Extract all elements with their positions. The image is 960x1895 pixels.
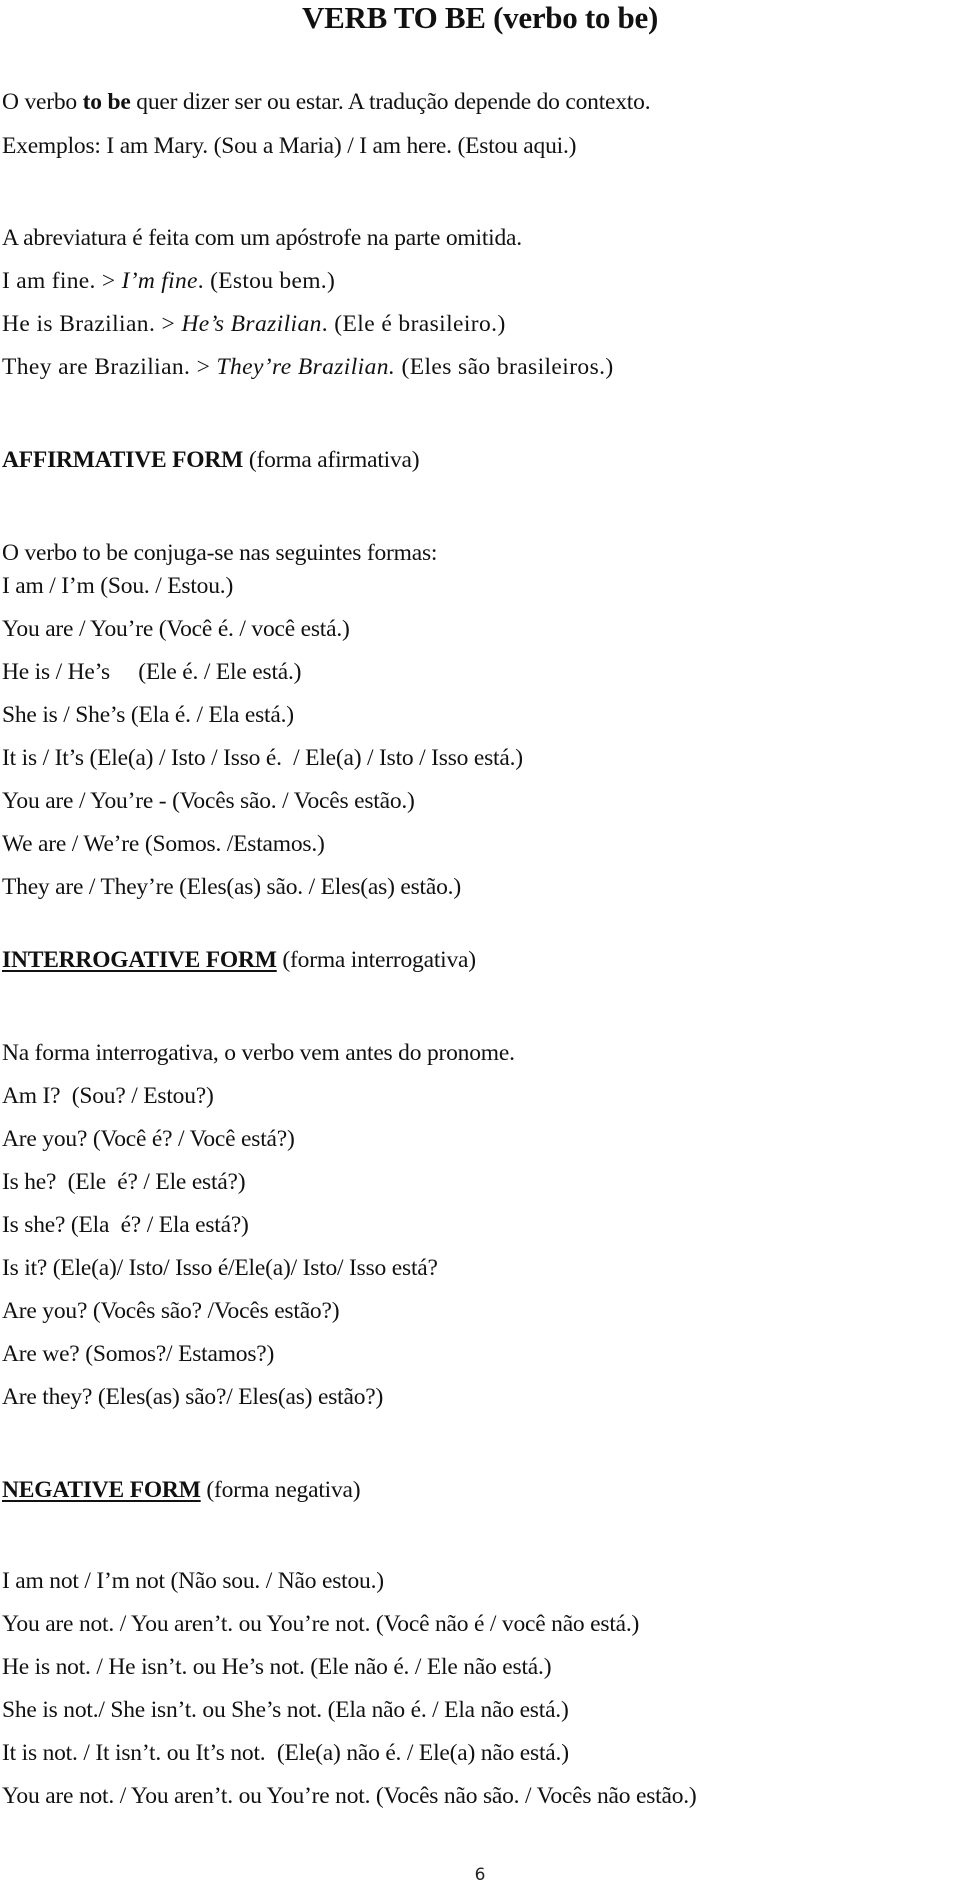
section-heading-negative: NEGATIVE FORM (forma negativa) — [2, 1475, 361, 1505]
intro-line-1: O verbo to be quer dizer ser ou estar. A… — [2, 87, 651, 117]
section-heading-interrogative: INTERROGATIVE FORM (forma interrogativa) — [2, 945, 476, 975]
affirmative-line: She is / She’s (Ela é. / Ela está.) — [2, 702, 294, 728]
heading-rest: (forma interrogativa) — [276, 947, 476, 973]
negative-line: I am not / I’m not (Não sou. / Não estou… — [2, 1568, 384, 1594]
heading-bold: INTERROGATIVE FORM — [2, 947, 277, 973]
heading-bold: AFFIRMATIVE FORM — [2, 447, 244, 473]
interrogative-line: Am I? (Sou? / Estou?) — [2, 1083, 214, 1109]
interrogative-line: Is he? (Ele é? / Ele está?) — [2, 1169, 246, 1195]
page-title: VERB TO BE (verbo to be) — [302, 0, 658, 35]
negative-line: She is not./ She isn’t. ou She’s not. (E… — [2, 1697, 569, 1723]
intro-bold-term: to be — [82, 89, 131, 115]
document-page: VERB TO BE (verbo to be) O verbo to be q… — [0, 0, 960, 1895]
affirmative-line: He is / He’s (Ele é. / Ele está.) — [2, 659, 302, 685]
interrogative-line: Are you? (Você é? / Você está?) — [2, 1126, 295, 1152]
example-full: They are Brazilian. > — [2, 354, 217, 380]
interrogative-intro: Na forma interrogativa, o verbo vem ante… — [2, 1040, 515, 1066]
intro-line-2: Exemplos: I am Mary. (Sou a Maria) / I a… — [2, 133, 577, 159]
example-short: I’m fine — [121, 268, 198, 294]
affirmative-line: It is / It’s (Ele(a) / Isto / Isso é. / … — [2, 745, 523, 771]
negative-line: It is not. / It isn’t. ou It’s not. (Ele… — [2, 1740, 569, 1766]
example-short: He’s Brazilian — [181, 311, 322, 337]
intro-text: quer dizer ser ou estar. A tradução depe… — [130, 89, 651, 115]
example-full: I am fine. > — [2, 268, 122, 294]
intro-text: O verbo — [2, 89, 83, 115]
interrogative-line: Are they? (Eles(as) são?/ Eles(as) estão… — [2, 1384, 384, 1410]
abbreviation-example: They are Brazilian. > They’re Brazilian.… — [2, 352, 614, 382]
negative-line: You are not. / You aren’t. ou You’re not… — [2, 1783, 697, 1809]
heading-bold: NEGATIVE FORM — [2, 1477, 201, 1503]
example-translation: . (Ele é brasileiro.) — [321, 311, 506, 337]
example-translation: (Eles são brasileiros.) — [395, 354, 614, 380]
interrogative-line: Are we? (Somos?/ Estamos?) — [2, 1341, 275, 1367]
affirmative-line: You are / You’re - (Vocês são. / Vocês e… — [2, 788, 415, 814]
negative-line: He is not. / He isn’t. ou He’s not. (Ele… — [2, 1654, 552, 1680]
affirmative-line: I am / I’m (Sou. / Estou.) — [2, 573, 234, 599]
abbreviation-example: He is Brazilian. > He’s Brazilian. (Ele … — [2, 309, 506, 339]
interrogative-line: Are you? (Vocês são? /Vocês estão?) — [2, 1298, 340, 1324]
interrogative-line: Is she? (Ela é? / Ela está?) — [2, 1212, 249, 1238]
affirmative-line: We are / We’re (Somos. /Estamos.) — [2, 831, 325, 857]
heading-rest: (forma negativa) — [200, 1477, 361, 1503]
abbreviation-text: A abreviatura é feita com um apóstrofe n… — [2, 225, 522, 251]
heading-rest: (forma afirmativa) — [243, 447, 420, 473]
example-full: He is Brazilian. > — [2, 311, 182, 337]
interrogative-line: Is it? (Ele(a)/ Isto/ Isso é/Ele(a)/ Ist… — [2, 1255, 438, 1281]
affirmative-line: They are / They’re (Eles(as) são. / Eles… — [2, 874, 461, 900]
affirmative-line: You are / You’re (Você é. / você está.) — [2, 616, 350, 642]
section-heading-affirmative: AFFIRMATIVE FORM (forma afirmativa) — [2, 445, 420, 475]
page-number: 6 — [474, 1865, 486, 1885]
negative-line: You are not. / You aren’t. ou You’re not… — [2, 1611, 640, 1637]
affirmative-intro: O verbo to be conjuga-se nas seguintes f… — [2, 540, 438, 566]
example-short: They’re Brazilian. — [216, 354, 396, 380]
abbreviation-example: I am fine. > I’m fine. (Estou bem.) — [2, 266, 335, 296]
example-translation: . (Estou bem.) — [197, 268, 336, 294]
